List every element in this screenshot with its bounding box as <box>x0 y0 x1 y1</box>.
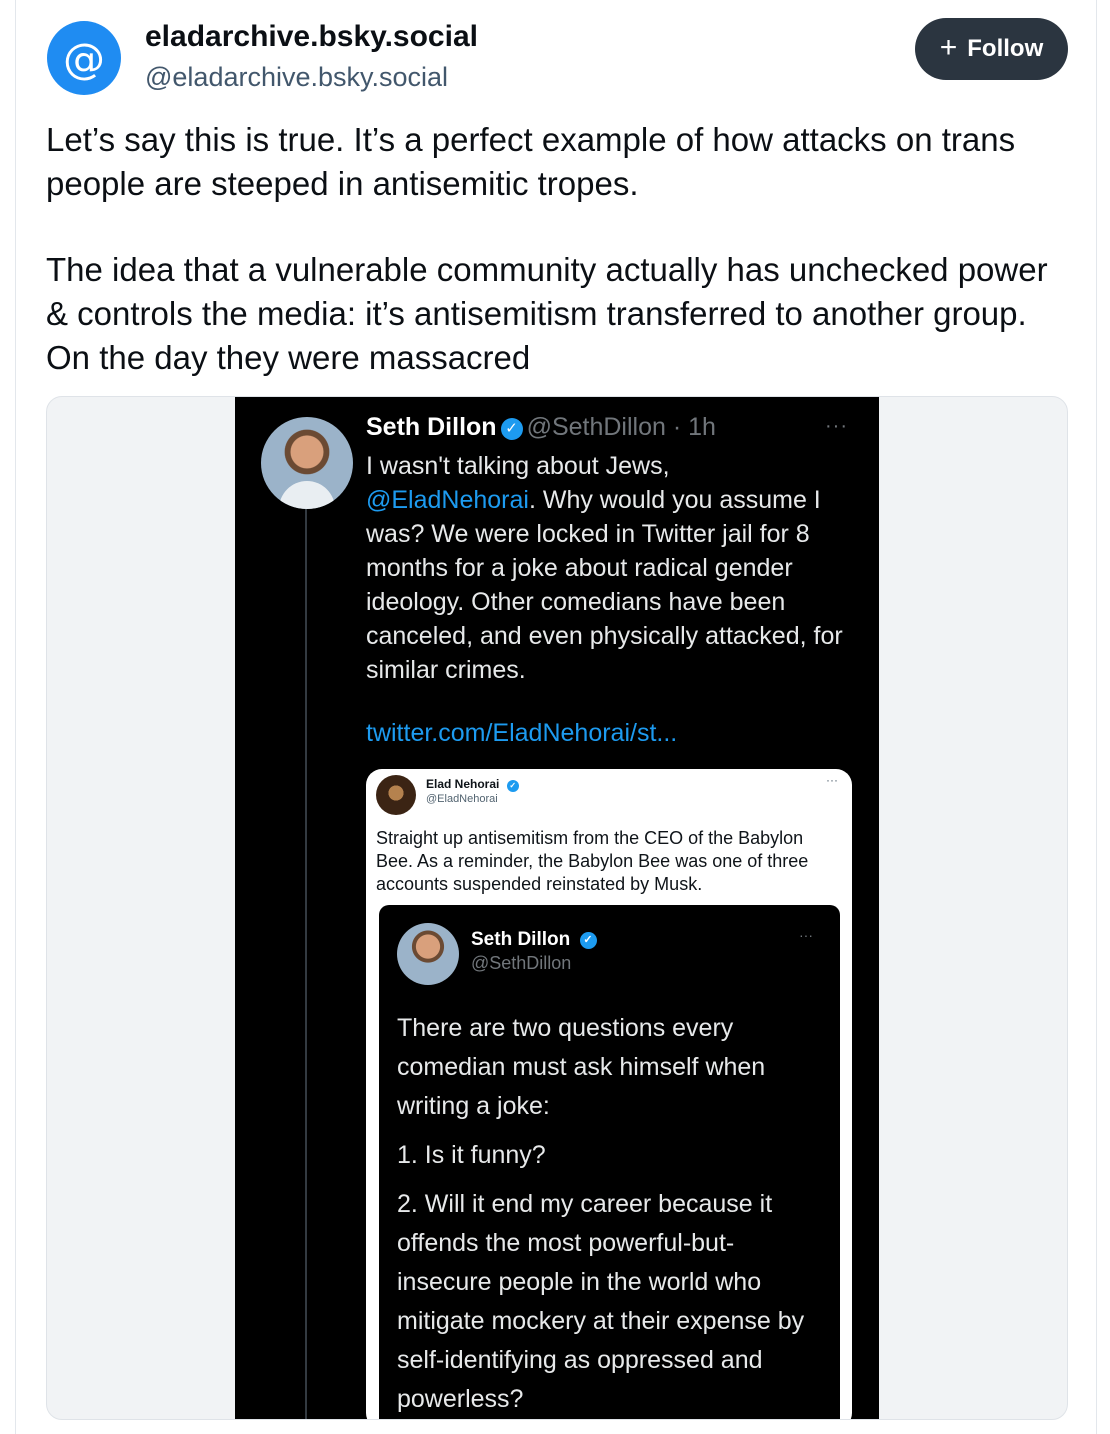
at-sign-icon: @ <box>63 33 105 83</box>
author-handle[interactable]: @eladarchive.bsky.social <box>145 62 448 93</box>
inner-text-line: 2. Will it end my career because it offe… <box>397 1190 805 1413</box>
verified-badge-icon: ✓ <box>579 932 597 949</box>
author-display-name[interactable]: eladarchive.bsky.social <box>145 20 478 54</box>
inner-tweet-text: There are two questions every comedian m… <box>397 1009 827 1419</box>
quote-author-name: Elad Nehorai ✓ <box>426 777 523 792</box>
post-paragraph: Let’s say this is true. It’s a perfect e… <box>46 121 1016 202</box>
more-icon: ··· <box>799 927 813 943</box>
more-icon: ··· <box>826 773 838 787</box>
mention-link: @EladNehorai <box>366 486 529 514</box>
quote-text: Straight up antisemitism from the CEO of… <box>376 828 809 894</box>
post-paragraph: The idea that a vulnerable community act… <box>46 251 1048 376</box>
more-icon: ··· <box>825 415 848 437</box>
inner-author-handle: @SethDillon <box>471 953 572 973</box>
verified-badge-icon: ✓ <box>500 418 523 440</box>
quote-author-handle: @EladNehorai <box>426 793 498 805</box>
inner-quoted-tweet: Seth Dillon ✓ @SethDillon ··· There are … <box>379 905 840 1419</box>
embedded-image[interactable]: Seth Dillon ✓ @SethDillon · 1h ··· I wasn'… <box>46 396 1068 1420</box>
tweet-text-part: I wasn't talking about Jews, <box>366 452 670 480</box>
follow-label: Follow <box>967 35 1044 62</box>
verified-badge-icon: ✓ <box>506 780 519 792</box>
tweet-screenshot: Seth Dillon ✓ @SethDillon · 1h ··· I wasn'… <box>235 397 879 1419</box>
post-text: Let’s say this is true. It’s a perfect e… <box>46 118 1066 380</box>
tweet-meta: @SethDillon · 1h <box>526 413 716 441</box>
avatar <box>261 417 353 509</box>
tweet-text-part: . Why would you assume I was? We were lo… <box>366 486 843 684</box>
inner-text-line: There are two questions every comedian m… <box>397 1014 766 1120</box>
avatar <box>397 923 459 985</box>
follow-button[interactable]: + Follow <box>915 18 1068 80</box>
profile-avatar[interactable]: @ <box>47 21 121 95</box>
inner-text-line: 1. Is it funny? <box>397 1141 546 1169</box>
quoted-tweet: Elad Nehorai ✓ @EladNehorai ··· Straight… <box>366 769 852 1419</box>
tweet-text: I wasn't talking about Jews, @EladNehora… <box>366 449 866 687</box>
plus-icon: + <box>939 30 958 64</box>
thread-line <box>305 509 307 1419</box>
avatar <box>376 775 416 815</box>
tweet-author-name: Seth Dillon <box>366 413 497 441</box>
tweet-header: Seth Dillon ✓ @SethDillon · 1h <box>366 413 716 442</box>
inner-author-name: Seth Dillon ✓ <box>471 929 601 951</box>
tweet-link: twitter.com/EladNehorai/st... <box>366 719 678 747</box>
